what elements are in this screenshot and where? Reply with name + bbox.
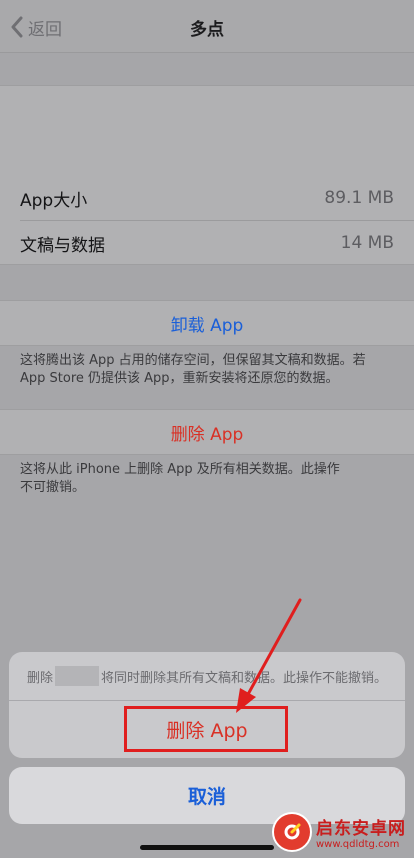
annotation-arrow [236, 598, 302, 713]
home-indicator [140, 845, 274, 850]
watermark-url: www.qdldtg.com [316, 839, 400, 850]
watermark-title: 启东安卓网 [316, 819, 406, 839]
watermark: 启东安卓网 www.qdldtg.com [272, 812, 406, 852]
logo-icon [272, 812, 312, 852]
